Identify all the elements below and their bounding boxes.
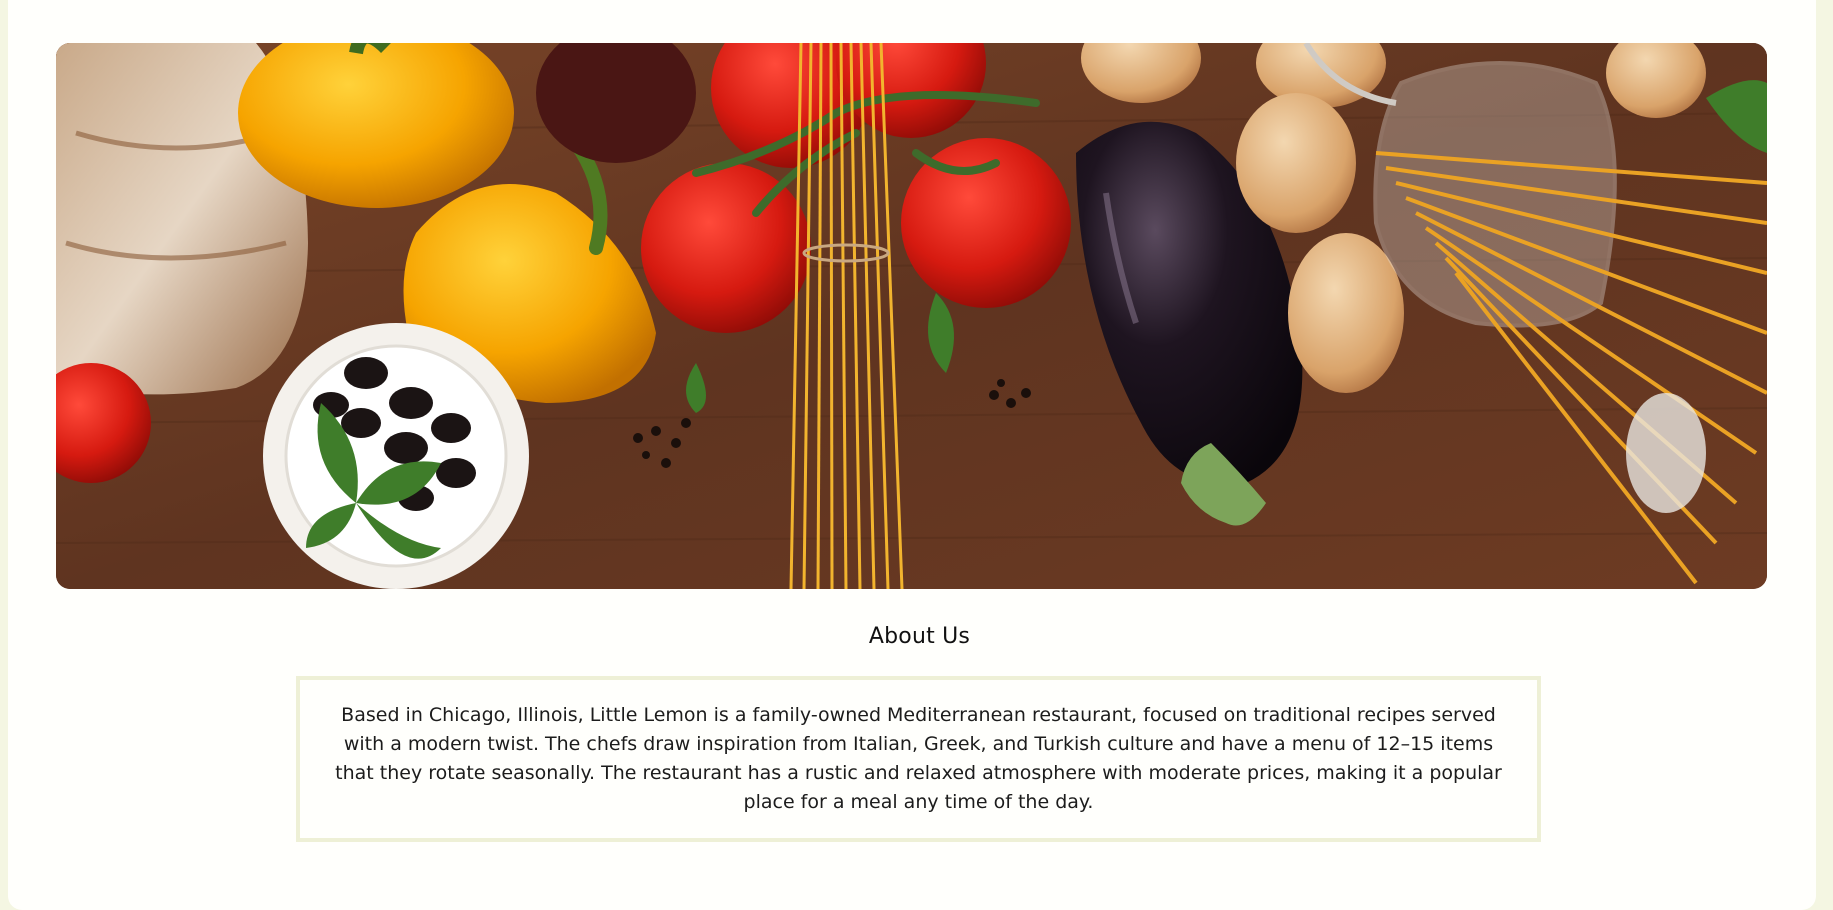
hero-image: [56, 43, 1767, 589]
hero-food-illustration: [56, 43, 1767, 589]
page-card: About Us Based in Chicago, Illinois, Lit…: [8, 0, 1816, 910]
about-title: About Us: [868, 624, 971, 649]
about-text: Based in Chicago, Illinois, Little Lemon…: [335, 704, 1502, 813]
about-box: Based in Chicago, Illinois, Little Lemon…: [296, 676, 1541, 842]
